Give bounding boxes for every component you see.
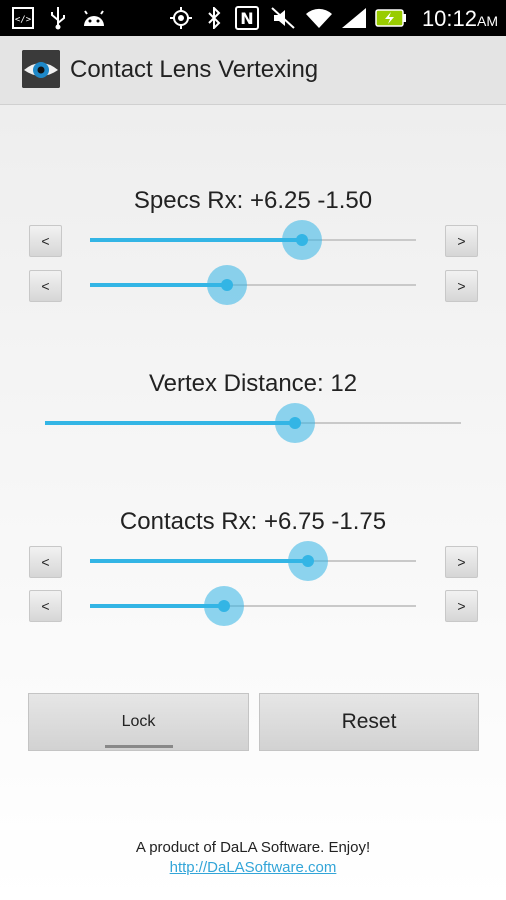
slider-thumb[interactable]: [288, 417, 301, 429]
usb-icon: [46, 7, 70, 30]
vertex-distance-slider[interactable]: [45, 401, 461, 445]
specs-rx-label: Specs Rx: +6.25 -1.50: [133, 187, 373, 214]
svg-text:</>: </>: [15, 15, 32, 25]
website-link[interactable]: http://DaLASoftware.com: [170, 859, 337, 876]
contacts-cylinder-slider[interactable]: [90, 584, 416, 628]
reset-button-label: Reset: [341, 710, 397, 733]
action-bar: Contact Lens Vertexing: [0, 36, 506, 105]
slider-fill: [45, 421, 295, 425]
clock: 10:12AM: [422, 6, 498, 32]
slider-thumb[interactable]: [217, 600, 230, 612]
nfc-icon: N: [234, 6, 260, 30]
specs-sphere-slider[interactable]: [90, 218, 416, 262]
slider-thumb[interactable]: [295, 234, 308, 246]
eye-icon[interactable]: [22, 50, 60, 88]
signal-icon: [340, 7, 368, 29]
lock-button[interactable]: Lock: [28, 693, 249, 751]
contacts-cylinder-decrement-button[interactable]: <: [29, 590, 62, 622]
svg-text:N: N: [240, 9, 253, 28]
status-bar: </> N 10:12AM: [0, 0, 506, 36]
footer-link-row: http://DaLASoftware.com: [0, 859, 506, 876]
specs-cylinder-slider[interactable]: [90, 263, 416, 307]
lock-button-label: Lock: [121, 713, 156, 730]
contacts-sphere-increment-button[interactable]: >: [445, 546, 478, 578]
contacts-sphere-decrement-button[interactable]: <: [29, 546, 62, 578]
reset-button[interactable]: Reset: [259, 693, 479, 751]
slider-fill: [90, 238, 302, 242]
debug-icon: </>: [10, 7, 36, 29]
slider-thumb[interactable]: [220, 279, 233, 291]
gps-icon: [168, 7, 194, 29]
bluetooth-icon: [204, 7, 224, 29]
contacts-sphere-slider[interactable]: [90, 539, 416, 583]
slider-fill: [90, 559, 309, 563]
clock-ampm: AM: [477, 13, 498, 29]
wifi-icon: [304, 7, 334, 29]
app-title: Contact Lens Vertexing: [70, 56, 319, 83]
contacts-rx-label: Contacts Rx: +6.75 -1.75: [119, 508, 387, 535]
mute-icon: [270, 7, 296, 29]
lock-toggle-indicator: [105, 745, 173, 748]
android-icon: [80, 7, 108, 29]
main-content: Specs Rx: +6.25 -1.50 < > < > Vertex Dis…: [0, 105, 506, 900]
footer-text: A product of DaLA Software. Enjoy!: [135, 839, 371, 856]
specs-cylinder-decrement-button[interactable]: <: [29, 270, 62, 302]
vertex-distance-label: Vertex Distance: 12: [148, 370, 358, 397]
battery-icon: [374, 7, 408, 29]
specs-sphere-decrement-button[interactable]: <: [29, 225, 62, 257]
contacts-cylinder-increment-button[interactable]: >: [445, 590, 478, 622]
specs-cylinder-increment-button[interactable]: >: [445, 270, 478, 302]
specs-sphere-increment-button[interactable]: >: [445, 225, 478, 257]
clock-time: 10:12: [421, 6, 477, 31]
